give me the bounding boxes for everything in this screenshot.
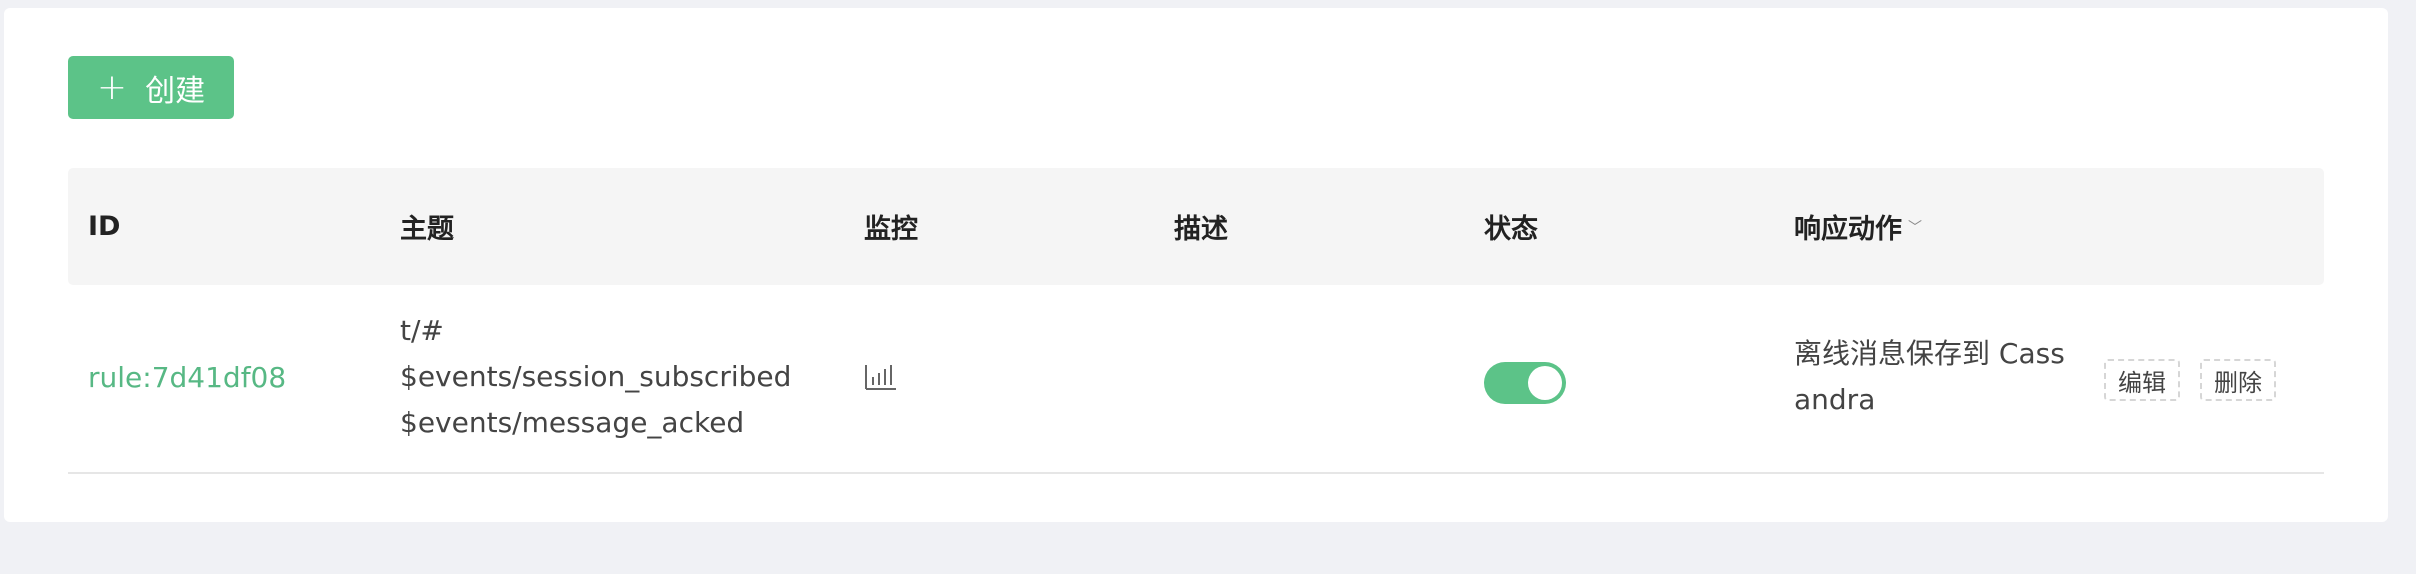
column-header-monitor: 监控 — [864, 214, 918, 245]
response-action-line: andra — [1794, 383, 1876, 416]
column-header-topic: 主题 — [400, 214, 454, 245]
create-button-label: 创建 — [145, 73, 206, 109]
response-action-text: 离线消息保存到 Cass andra — [1794, 331, 2094, 423]
topic-item: $events/session_subscribed — [400, 360, 792, 393]
topic-item: t/# — [400, 314, 444, 347]
column-header-status: 状态 — [1484, 214, 1538, 245]
topic-list: t/# $events/session_subscribed $events/m… — [400, 308, 791, 446]
delete-button[interactable]: 删除 — [2200, 359, 2276, 401]
table-header: ID 主题 监控 描述 状态 响应动作 ﹀ — [68, 168, 2324, 285]
toggle-knob — [1528, 366, 1562, 400]
rule-id-link[interactable]: rule:7d41df08 — [88, 361, 286, 394]
response-action-line: 离线消息保存到 Cass — [1794, 337, 2065, 370]
plus-icon: + — [96, 66, 128, 108]
status-toggle[interactable] — [1484, 362, 1566, 404]
topic-item: $events/message_acked — [400, 406, 745, 439]
table-row: rule:7d41df08 t/# $events/session_subscr… — [68, 285, 2324, 474]
column-header-actions-label: 响应动作 — [1794, 214, 1902, 245]
create-button[interactable]: + 创建 — [68, 56, 234, 119]
column-header-description: 描述 — [1174, 214, 1228, 245]
edit-button[interactable]: 编辑 — [2104, 359, 2180, 401]
chevron-down-icon[interactable]: ﹀ — [1908, 217, 1922, 237]
column-header-id: ID — [88, 211, 121, 242]
column-header-actions: 响应动作 ﹀ — [1794, 168, 1922, 285]
bar-chart-icon[interactable] — [864, 363, 898, 391]
